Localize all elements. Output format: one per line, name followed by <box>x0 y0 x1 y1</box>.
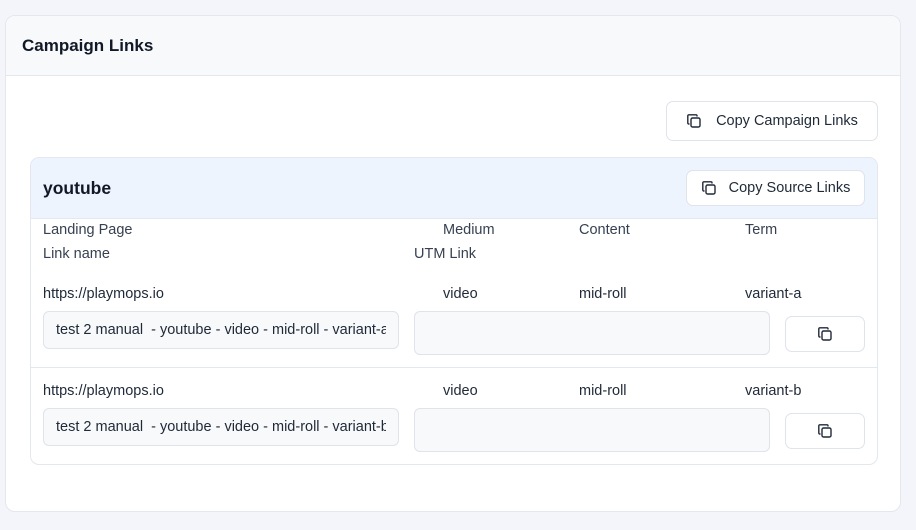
page-title: Campaign Links <box>22 35 154 55</box>
copy-campaign-links-label: Copy Campaign Links <box>716 113 858 129</box>
source-header: youtube Copy Source Links <box>31 158 877 219</box>
copy-icon <box>686 113 702 129</box>
copy-source-links-label: Copy Source Links <box>728 180 851 196</box>
row-content: mid-roll <box>579 383 627 399</box>
copy-icon <box>817 423 833 439</box>
source-group-youtube: youtube Copy Source Links Landing Page M… <box>30 157 878 465</box>
row-landing-page: https://playmops.io <box>43 286 164 302</box>
link-name-input[interactable] <box>43 408 399 446</box>
copy-icon <box>817 326 833 342</box>
row-medium: video <box>443 383 478 399</box>
utm-link-field[interactable] <box>414 311 770 355</box>
copy-icon <box>701 180 717 196</box>
header-content: Content <box>579 222 630 238</box>
link-name-input[interactable] <box>43 311 399 349</box>
campaign-links-card: Campaign Links Copy Campaign Links youtu… <box>5 15 901 512</box>
copy-source-links-button[interactable]: Copy Source Links <box>686 170 865 206</box>
utm-link-field[interactable] <box>414 408 770 452</box>
row-divider <box>31 367 877 368</box>
row-term: variant-b <box>745 383 802 399</box>
header-landing-page: Landing Page <box>43 222 133 238</box>
card-header: Campaign Links <box>6 16 900 76</box>
header-medium: Medium <box>443 222 495 238</box>
header-utm-link: UTM Link <box>414 246 477 262</box>
header-term: Term <box>745 222 778 238</box>
copy-utm-link-button[interactable] <box>785 316 865 352</box>
copy-utm-link-button[interactable] <box>785 413 865 449</box>
source-name: youtube <box>43 178 112 198</box>
row-medium: video <box>443 286 478 302</box>
row-term: variant-a <box>745 286 802 302</box>
header-link-name: Link name <box>43 246 110 262</box>
row-content: mid-roll <box>579 286 627 302</box>
row-landing-page: https://playmops.io <box>43 383 164 399</box>
copy-campaign-links-button[interactable]: Copy Campaign Links <box>666 101 878 141</box>
